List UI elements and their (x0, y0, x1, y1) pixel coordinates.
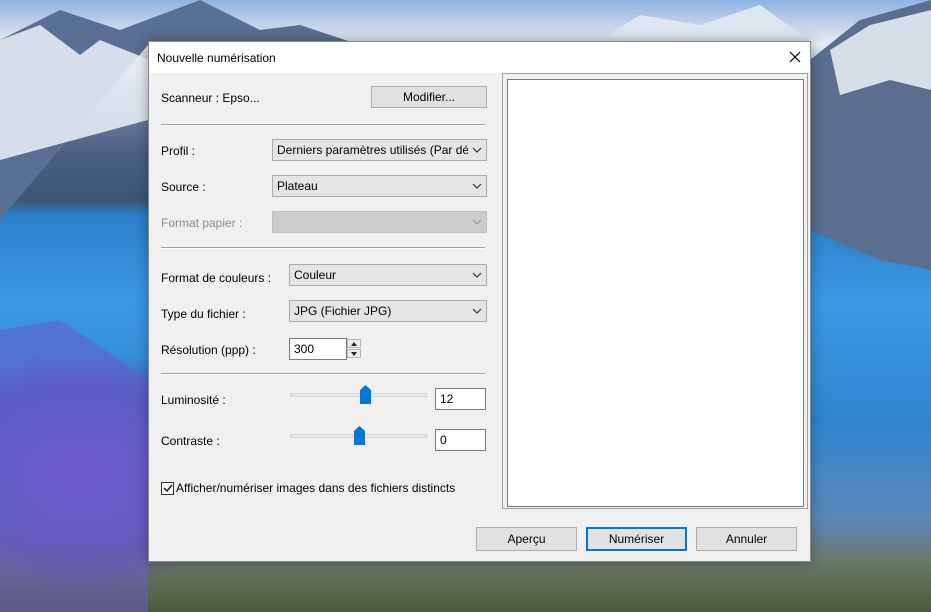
separator (161, 373, 485, 375)
preview-area (507, 79, 804, 507)
close-icon (789, 51, 801, 63)
separate-files-checkbox[interactable] (161, 482, 174, 495)
contrast-slider-thumb[interactable] (354, 426, 365, 445)
scan-button[interactable]: Numériser (586, 527, 687, 551)
close-button[interactable] (780, 42, 810, 72)
scanner-label: Scanneur : Epso... (161, 91, 260, 105)
chevron-down-icon (468, 265, 486, 285)
source-value: Plateau (277, 179, 318, 193)
brightness-slider-thumb[interactable] (360, 385, 371, 404)
change-scanner-button[interactable]: Modifier... (371, 86, 487, 108)
preview-button[interactable]: Aperçu (476, 527, 577, 551)
color-format-label: Format de couleurs : (161, 271, 272, 285)
chevron-down-icon (468, 176, 486, 196)
separator (161, 124, 485, 126)
resolution-label: Résolution (ppp) : (161, 343, 256, 357)
profile-dropdown[interactable]: Derniers paramètres utilisés (Par défa (272, 139, 487, 161)
paper-format-dropdown (272, 211, 487, 233)
cancel-button[interactable]: Annuler (696, 527, 797, 551)
chevron-down-icon (468, 212, 486, 232)
file-type-label: Type du fichier : (161, 307, 246, 321)
brightness-input[interactable]: 12 (435, 388, 486, 410)
paper-format-label: Format papier : (161, 216, 243, 230)
chevron-down-icon (468, 140, 486, 160)
spin-down-icon[interactable] (347, 349, 361, 358)
brightness-label: Luminosité : (161, 393, 226, 407)
new-scan-dialog: Nouvelle numérisation Scanneur : Epso...… (148, 41, 811, 562)
checkmark-icon (163, 484, 173, 493)
separate-files-label[interactable]: Afficher/numériser images dans des fichi… (176, 481, 455, 495)
profile-label: Profil : (161, 144, 196, 158)
dialog-title: Nouvelle numérisation (157, 51, 276, 65)
contrast-label: Contraste : (161, 434, 220, 448)
title-bar: Nouvelle numérisation (149, 42, 810, 73)
separator (161, 247, 485, 249)
source-label: Source : (161, 180, 206, 194)
color-format-value: Couleur (294, 268, 337, 282)
source-dropdown[interactable]: Plateau (272, 175, 487, 197)
resolution-spinner[interactable] (347, 338, 363, 360)
file-type-dropdown[interactable]: JPG (Fichier JPG) (289, 300, 487, 322)
contrast-input[interactable]: 0 (435, 429, 486, 451)
color-format-dropdown[interactable]: Couleur (289, 264, 487, 286)
brightness-slider-track[interactable] (290, 393, 427, 397)
spin-up-icon[interactable] (347, 339, 361, 348)
resolution-input[interactable]: 300 (289, 338, 347, 360)
profile-value: Derniers paramètres utilisés (Par défa (277, 143, 468, 157)
chevron-down-icon (468, 301, 486, 321)
file-type-value: JPG (Fichier JPG) (294, 304, 392, 318)
